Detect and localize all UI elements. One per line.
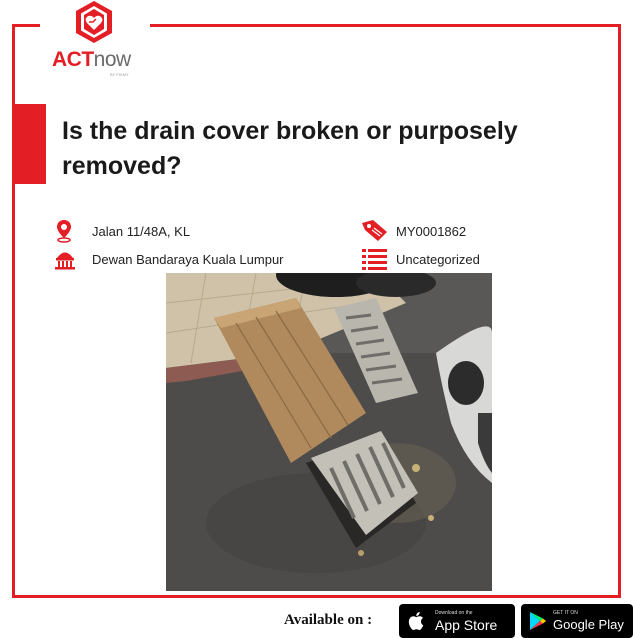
ticket-id-text: MY0001862 — [396, 224, 467, 239]
logo-act-text: ACT — [52, 48, 94, 71]
actnow-logo[interactable]: ACTnow BY FIXMY — [40, 0, 150, 84]
report-title: Is the drain cover broken or purposely r… — [62, 117, 518, 180]
location-text: Jalan 11/48A, KL — [92, 224, 191, 239]
google-play-big-text: Google Play — [553, 617, 624, 632]
available-on-label: Available on : — [284, 612, 373, 628]
title-accent-bar — [12, 104, 46, 184]
report-photo[interactable] — [166, 273, 492, 591]
ticket-tag-icon — [362, 220, 387, 241]
list-icon — [362, 249, 387, 270]
logo-now-text: now — [93, 48, 132, 71]
google-play-small-text: GET IT ON — [553, 610, 578, 616]
location-pin-icon — [57, 220, 71, 243]
heart-badge-icon — [76, 1, 112, 43]
logo-wordmark: ACTnow — [52, 48, 131, 72]
app-store-button[interactable]: Download on the App Store — [399, 604, 515, 638]
google-play-button[interactable]: GET IT ON Google Play — [521, 604, 633, 638]
agency-text: Dewan Bandaraya Kuala Lumpur — [92, 252, 284, 267]
app-store-big-text: App Store — [435, 617, 498, 633]
apple-icon — [408, 612, 424, 630]
app-store-small-text: Download on the — [435, 610, 473, 616]
category-text: Uncategorized — [396, 252, 480, 267]
google-play-icon — [530, 612, 546, 630]
government-building-icon — [55, 252, 75, 270]
logo-tagline: BY FIXMY — [110, 72, 129, 77]
